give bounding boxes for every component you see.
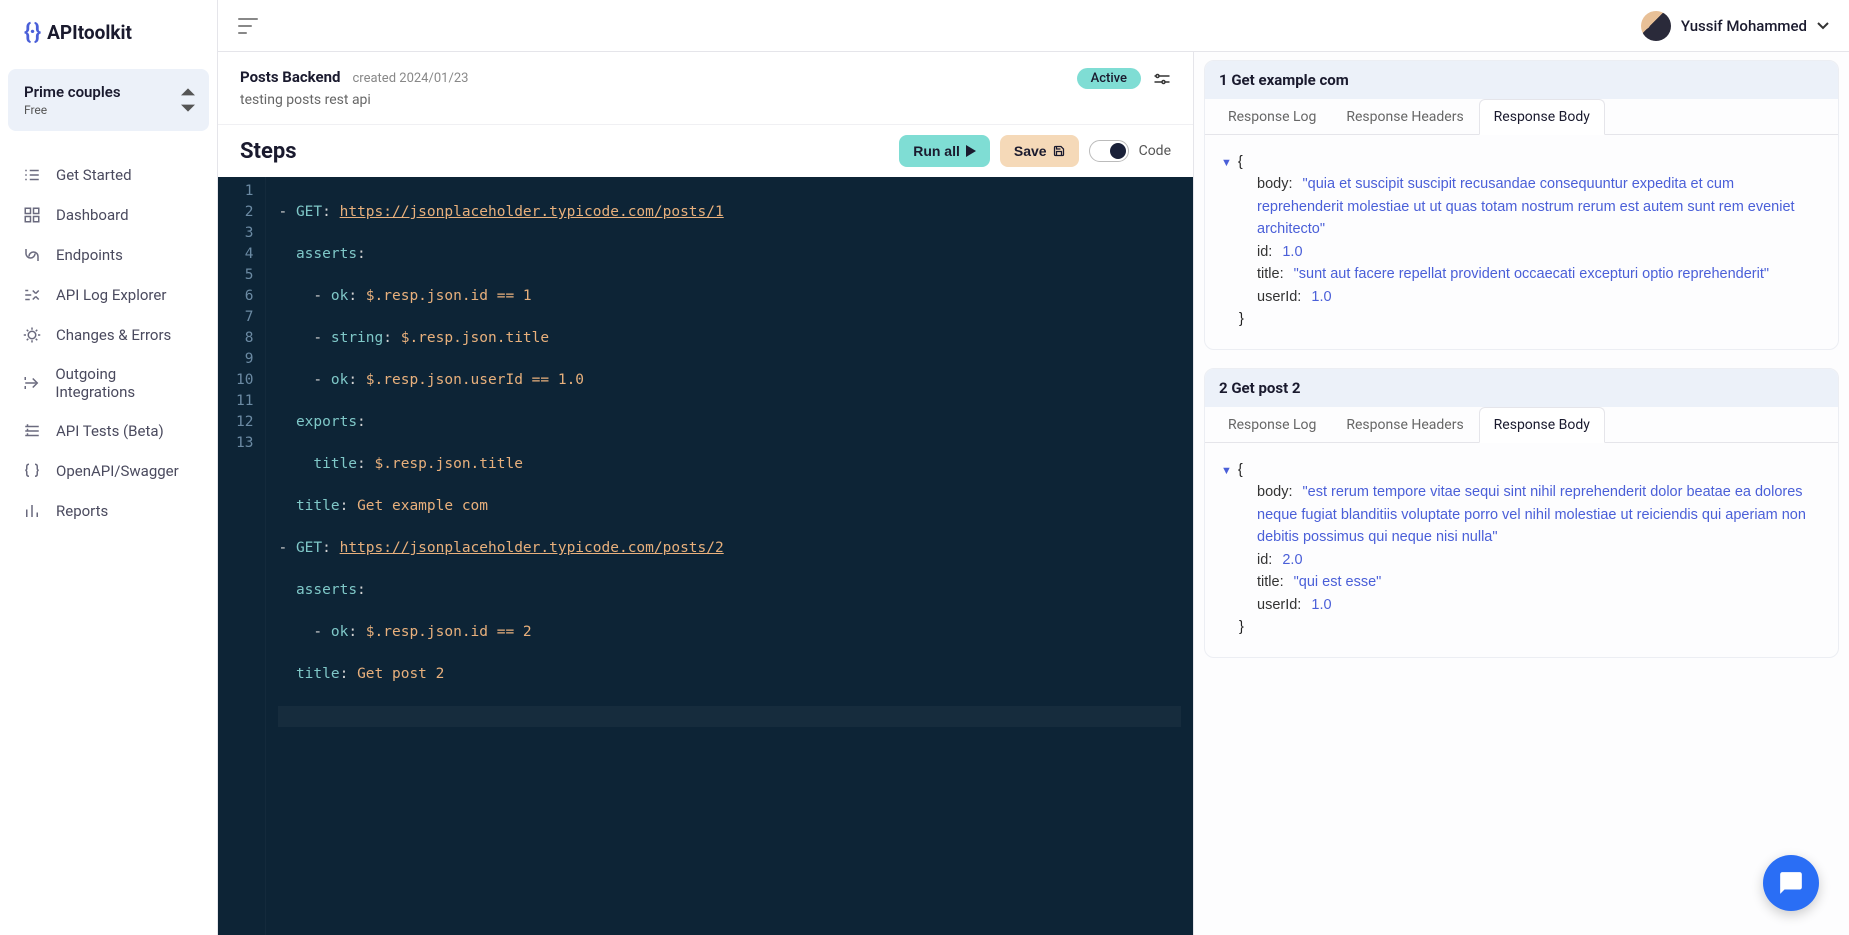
json-key: id: <box>1257 552 1272 568</box>
json-open-brace: { <box>1238 154 1243 170</box>
nav-label: Get Started <box>56 166 132 184</box>
code-toggle[interactable] <box>1089 140 1129 162</box>
json-key: userId: <box>1257 289 1301 305</box>
code-editor[interactable]: 12345678910111213 - GET: https://jsonpla… <box>218 177 1193 935</box>
sidebar: {·} APItoolkit Prime couples Free Get St… <box>0 0 218 935</box>
bug-icon <box>22 325 42 345</box>
json-value: "qui est esse" <box>1294 574 1382 590</box>
result-block: 1 Get example com Response Log Response … <box>1204 60 1839 350</box>
nav-api-tests[interactable]: API Tests (Beta) <box>0 411 217 451</box>
project-selector[interactable]: Prime couples Free <box>8 69 209 131</box>
nav-openapi[interactable]: OpenAPI/Swagger <box>0 451 217 491</box>
test-title: Posts Backend <box>240 68 341 86</box>
tab-response-log[interactable]: Response Log <box>1213 99 1331 135</box>
chat-fab[interactable] <box>1763 855 1819 911</box>
nav-changes-errors[interactable]: Changes & Errors <box>0 315 217 355</box>
json-value: "est rerum tempore vitae sequi sint nihi… <box>1257 484 1806 545</box>
nav-endpoints[interactable]: Endpoints <box>0 235 217 275</box>
collapse-toggle-icon[interactable]: ▼ <box>1221 465 1232 477</box>
json-value: "sunt aut facere repellat provident occa… <box>1294 266 1769 282</box>
tests-icon <box>22 421 42 441</box>
logo[interactable]: {·} APItoolkit <box>0 0 217 65</box>
steps-bar: Steps Run all Save Code <box>218 124 1193 177</box>
nav-outgoing[interactable]: Outgoing Integrations <box>0 355 217 411</box>
line-gutter: 12345678910111213 <box>218 177 266 935</box>
results-panel: 1 Get example com Response Log Response … <box>1194 52 1849 935</box>
json-value: "quia et suscipit suscipit recusandae co… <box>1257 176 1795 237</box>
tab-response-headers[interactable]: Response Headers <box>1331 99 1478 135</box>
result-block: 2 Get post 2 Response Log Response Heade… <box>1204 368 1839 658</box>
user-menu[interactable]: Yussif Mohammed <box>1641 11 1829 41</box>
log-icon <box>22 285 42 305</box>
project-name: Prime couples <box>24 83 193 101</box>
logo-text: APItoolkit <box>47 21 132 44</box>
json-key: title: <box>1257 574 1284 590</box>
nav-label: OpenAPI/Swagger <box>56 462 179 480</box>
code-content[interactable]: - GET: https://jsonplaceholder.typicode.… <box>266 177 1193 935</box>
test-created-date: created 2024/01/23 <box>353 71 469 86</box>
menu-toggle-icon[interactable] <box>238 18 258 34</box>
reports-icon <box>22 501 42 521</box>
test-description: testing posts rest api <box>240 92 468 108</box>
nav-get-started[interactable]: Get Started <box>0 155 217 195</box>
nav-dashboard[interactable]: Dashboard <box>0 195 217 235</box>
json-value: 1.0 <box>1311 597 1331 613</box>
result-tabs: Response Log Response Headers Response B… <box>1205 407 1838 443</box>
run-all-button[interactable]: Run all <box>899 135 990 167</box>
braces-icon <box>22 461 42 481</box>
status-badge: Active <box>1077 68 1141 89</box>
steps-title: Steps <box>240 139 297 164</box>
save-button[interactable]: Save <box>1000 135 1079 167</box>
avatar <box>1641 11 1671 41</box>
nav-label: API Log Explorer <box>56 286 166 304</box>
project-tier: Free <box>24 103 193 117</box>
dashboard-icon <box>22 205 42 225</box>
topbar: Yussif Mohammed <box>218 0 1849 52</box>
result-title: 1 Get example com <box>1205 61 1838 99</box>
result-title: 2 Get post 2 <box>1205 369 1838 407</box>
nav-label: API Tests (Beta) <box>56 422 164 440</box>
nav-log-explorer[interactable]: API Log Explorer <box>0 275 217 315</box>
chat-icon <box>1778 870 1804 896</box>
json-key: id: <box>1257 244 1272 260</box>
outgoing-icon <box>22 373 41 393</box>
result-body: ▼ { body: "quia et suscipit suscipit recu… <box>1205 135 1838 349</box>
tab-response-log[interactable]: Response Log <box>1213 407 1331 443</box>
json-value: 1.0 <box>1311 289 1331 305</box>
json-key: title: <box>1257 266 1284 282</box>
json-open-brace: { <box>1238 462 1243 478</box>
settings-icon[interactable] <box>1153 70 1171 88</box>
tab-response-headers[interactable]: Response Headers <box>1331 407 1478 443</box>
nav: Get Started Dashboard Endpoints API Log … <box>0 147 217 539</box>
json-close-brace: } <box>1239 619 1244 635</box>
checklist-icon <box>22 165 42 185</box>
editor-panel: Posts Backend created 2024/01/23 testing… <box>218 52 1194 935</box>
tab-response-body[interactable]: Response Body <box>1479 407 1605 443</box>
result-body: ▼ { body: "est rerum tempore vitae sequi … <box>1205 443 1838 657</box>
nav-label: Outgoing Integrations <box>55 365 195 401</box>
test-header: Posts Backend created 2024/01/23 testing… <box>218 52 1193 124</box>
nav-label: Dashboard <box>56 206 129 224</box>
nav-label: Changes & Errors <box>56 326 171 344</box>
chevron-down-icon <box>1817 22 1829 30</box>
json-key: body: <box>1257 176 1292 192</box>
nav-reports[interactable]: Reports <box>0 491 217 531</box>
json-key: body: <box>1257 484 1292 500</box>
json-close-brace: } <box>1239 311 1244 327</box>
nav-label: Reports <box>56 502 108 520</box>
json-value: 1.0 <box>1282 244 1302 260</box>
nav-label: Endpoints <box>56 246 123 264</box>
chevron-updown-icon <box>181 88 195 112</box>
endpoints-icon <box>22 245 42 265</box>
code-toggle-label: Code <box>1139 143 1171 159</box>
tab-response-body[interactable]: Response Body <box>1479 99 1605 135</box>
collapse-toggle-icon[interactable]: ▼ <box>1221 157 1232 169</box>
json-value: 2.0 <box>1282 552 1302 568</box>
user-name: Yussif Mohammed <box>1681 17 1807 35</box>
json-key: userId: <box>1257 597 1301 613</box>
result-tabs: Response Log Response Headers Response B… <box>1205 99 1838 135</box>
logo-icon: {·} <box>24 20 39 45</box>
